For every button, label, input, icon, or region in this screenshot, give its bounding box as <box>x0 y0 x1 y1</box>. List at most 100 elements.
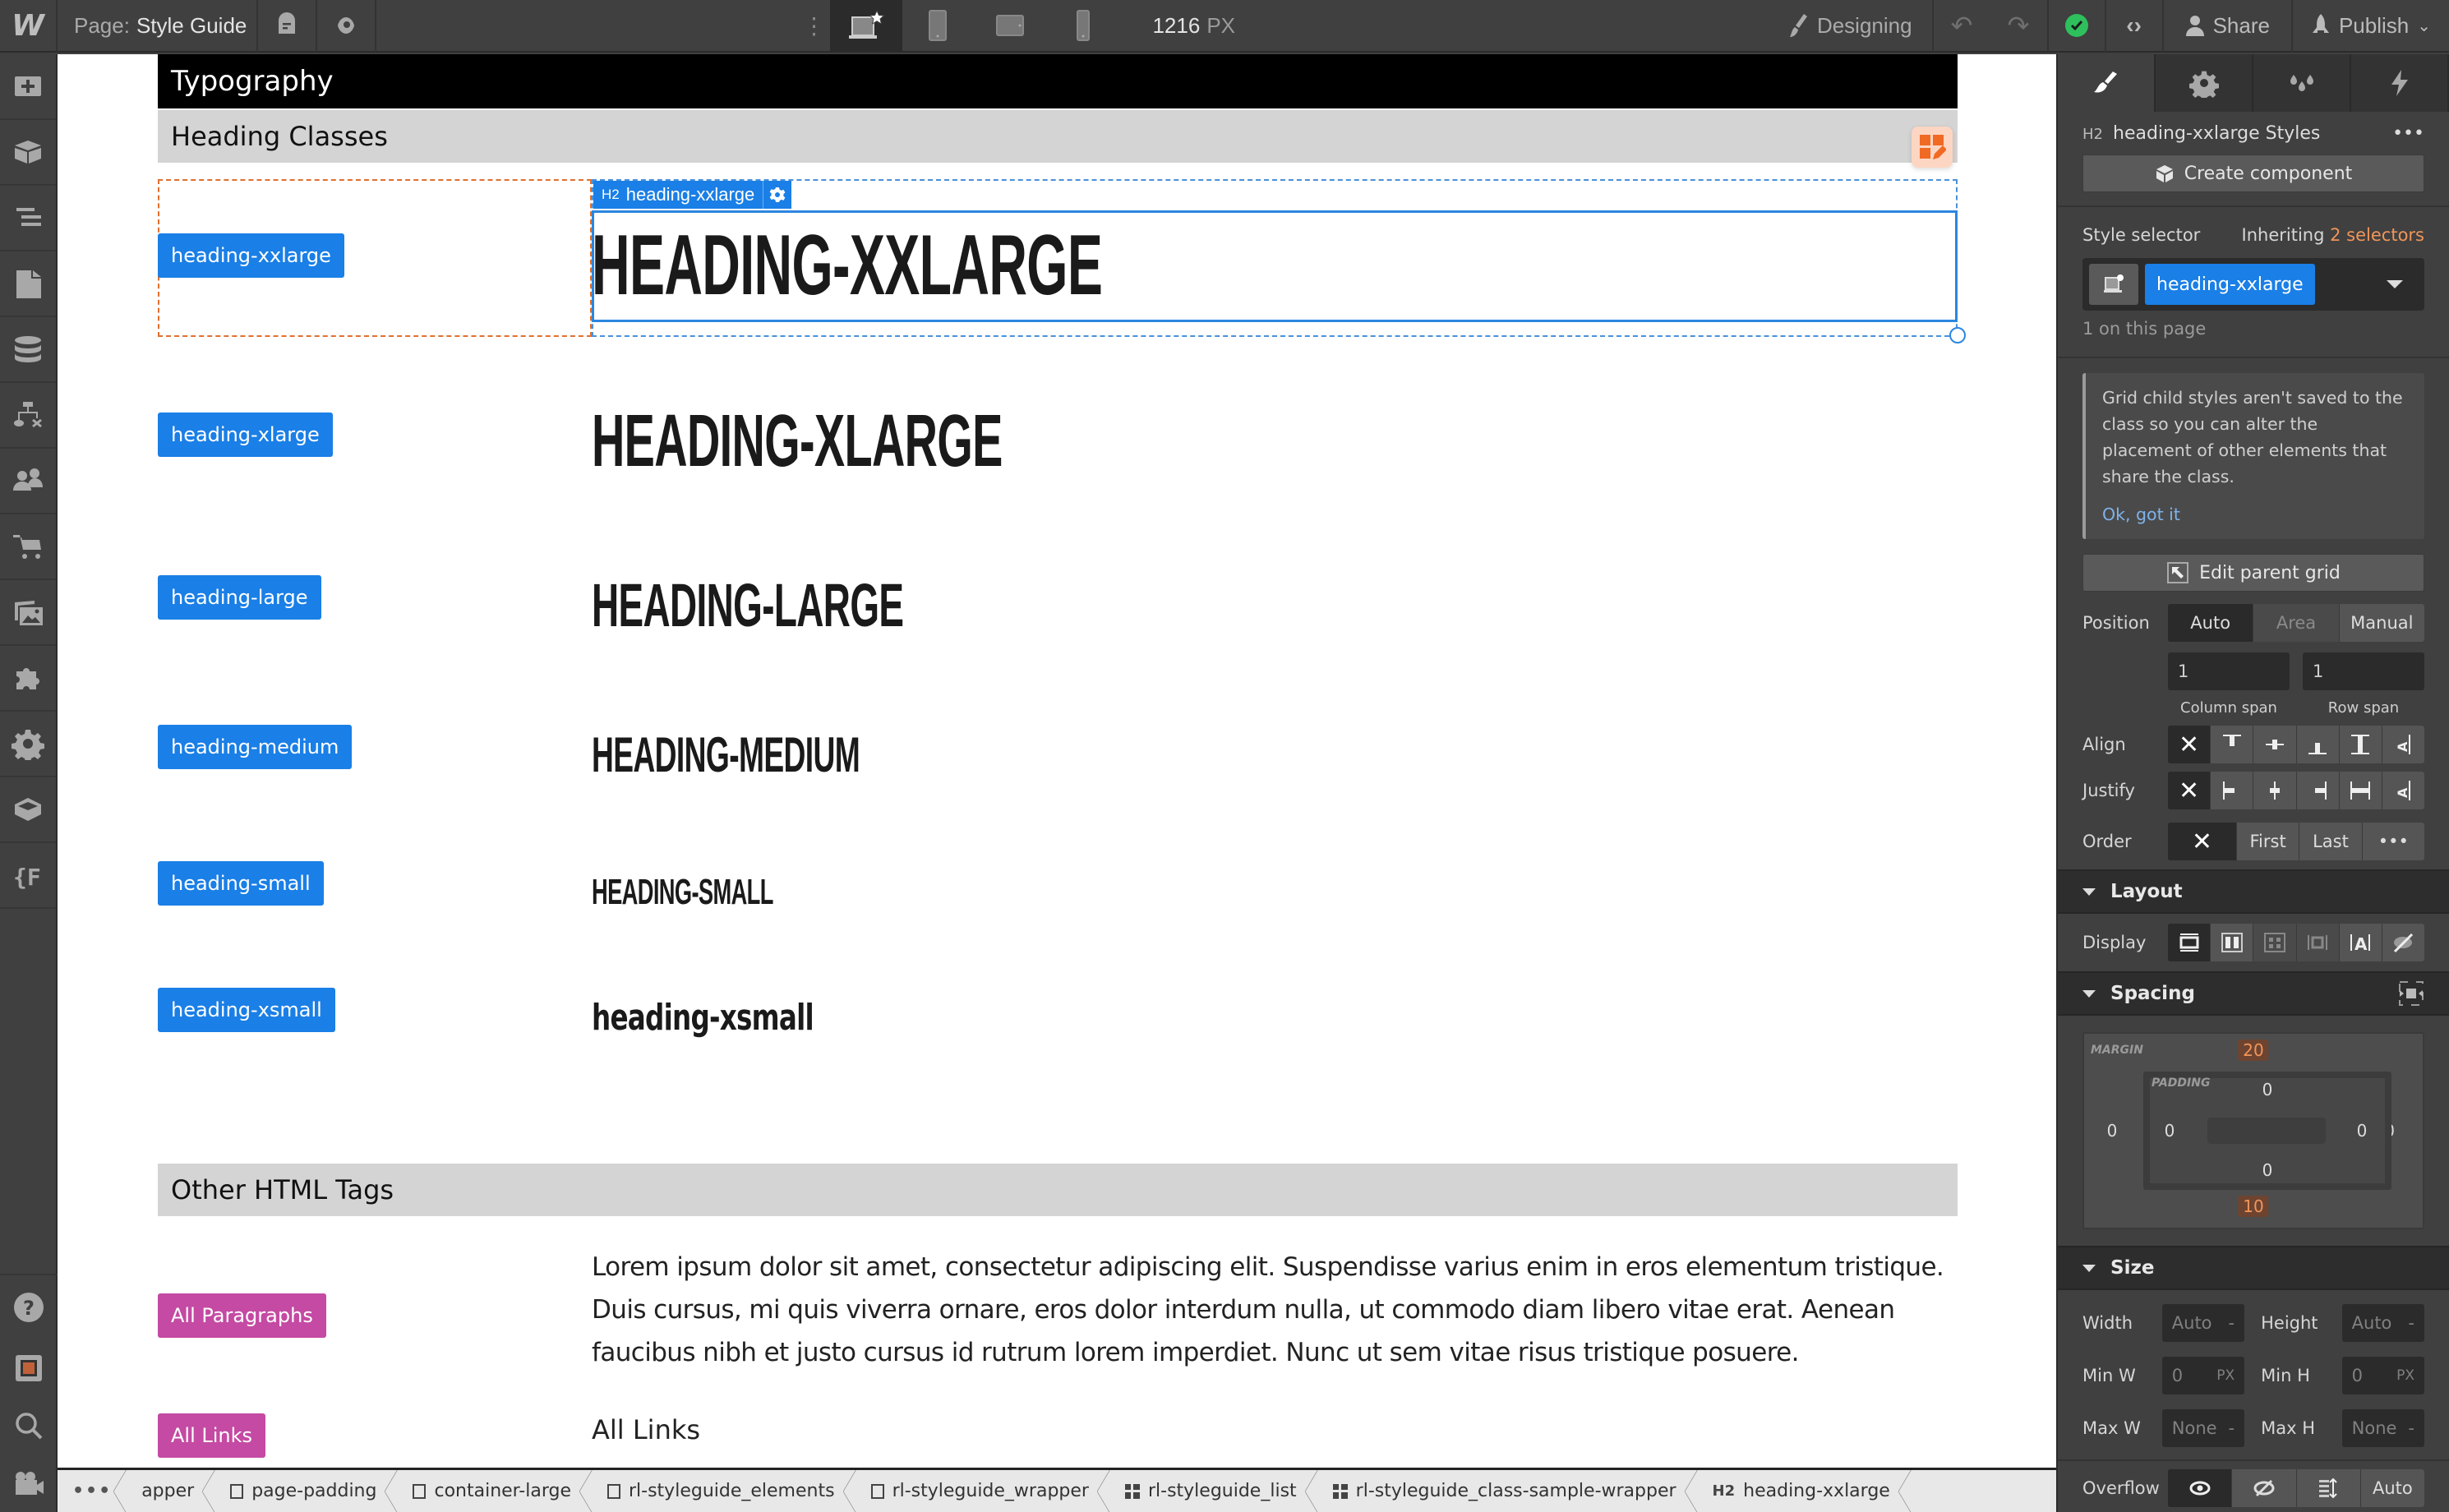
tab-style[interactable] <box>2058 54 2156 112</box>
element-settings-button[interactable] <box>763 187 791 203</box>
assets-button[interactable] <box>0 580 56 646</box>
style-selector-input[interactable]: heading-xxlarge <box>2082 258 2424 311</box>
align-start-button[interactable] <box>2210 726 2253 763</box>
preview-button[interactable] <box>317 0 376 52</box>
order-more-button[interactable]: ••• <box>2361 823 2424 860</box>
ecommerce-button[interactable] <box>0 514 56 580</box>
pages-button[interactable] <box>0 251 56 317</box>
position-area[interactable]: Area <box>2253 604 2339 642</box>
align-center-button[interactable] <box>2253 726 2296 763</box>
cms-button[interactable] <box>0 317 56 383</box>
display-none-button[interactable] <box>2381 924 2424 961</box>
breadcrumb-item[interactable]: rl-styleguide_list <box>1110 1470 1318 1512</box>
search-button[interactable] <box>0 1397 58 1454</box>
breakpoint-mobile-portrait[interactable] <box>1047 0 1119 52</box>
create-component-button[interactable]: Create component <box>2082 154 2424 192</box>
class-tag-heading-large[interactable]: heading-large <box>158 575 321 620</box>
breadcrumb-item[interactable]: rl-styleguide_elements <box>593 1470 856 1512</box>
page-switcher[interactable]: Page: Style Guide <box>58 0 258 52</box>
variables-button[interactable]: {F <box>0 843 56 909</box>
html-tag-all-links[interactable]: All Links <box>158 1413 266 1458</box>
padding-bottom-value[interactable]: 0 <box>2262 1160 2273 1180</box>
breakpoint-more-button[interactable]: ⋮ <box>797 0 830 52</box>
undo-button[interactable]: ↶ <box>1951 10 1973 41</box>
overflow-visible-button[interactable] <box>2168 1469 2232 1507</box>
paragraph-sample[interactable]: Lorem ipsum dolor sit amet, consectetur … <box>592 1246 1956 1374</box>
breakpoint-state-button[interactable] <box>2089 264 2138 305</box>
class-tag-heading-xxlarge[interactable]: heading-xxlarge <box>158 233 344 278</box>
logic-button[interactable] <box>0 383 56 449</box>
position-manual[interactable]: Manual <box>2338 604 2424 642</box>
navigator-button[interactable] <box>0 186 56 251</box>
tab-interactions[interactable] <box>2351 54 2449 112</box>
overflow-scroll-button[interactable] <box>2295 1469 2360 1507</box>
breadcrumb-item[interactable]: container-large <box>398 1470 593 1512</box>
breakpoint-mobile-landscape[interactable] <box>975 0 1047 52</box>
site-status-button[interactable] <box>2049 0 2106 52</box>
justify-end-button[interactable] <box>2295 772 2339 809</box>
components-button[interactable] <box>0 120 56 186</box>
users-button[interactable] <box>0 449 56 514</box>
tab-style-manager[interactable] <box>2253 54 2351 112</box>
max-height-input[interactable]: None - <box>2341 1409 2424 1447</box>
order-last-button[interactable]: Last <box>2299 823 2362 860</box>
breadcrumb-item-current[interactable]: H2 heading-xxlarge <box>1698 1470 1912 1512</box>
mode-switcher[interactable]: Designing <box>1787 0 1934 52</box>
size-section-header[interactable]: Size <box>2058 1246 2449 1290</box>
heading-sample-large[interactable]: HEADING-LARGE <box>592 570 904 640</box>
position-auto[interactable]: Auto <box>2168 604 2253 642</box>
settings-button[interactable] <box>0 712 56 777</box>
webflow-logo[interactable]: W <box>0 0 58 52</box>
display-grid-button[interactable] <box>2253 924 2296 961</box>
heading-sample-xlarge[interactable]: HEADING-XLARGE <box>592 399 1003 484</box>
order-none-button[interactable]: ✕ <box>2168 823 2236 860</box>
apps-button[interactable] <box>0 646 56 712</box>
overflow-hidden-button[interactable] <box>2231 1469 2296 1507</box>
heading-sample-xxlarge[interactable]: HEADING-XXLARGE <box>592 217 1103 315</box>
display-inline-button[interactable]: A <box>2338 924 2382 961</box>
class-tag-heading-medium[interactable]: heading-medium <box>158 725 353 769</box>
notice-dismiss-link[interactable]: Ok, got it <box>2102 501 2408 528</box>
spacing-section-header[interactable]: Spacing <box>2058 971 2449 1016</box>
breakpoint-tablet[interactable] <box>902 0 975 52</box>
breadcrumb-item[interactable]: page-padding <box>215 1470 399 1512</box>
align-none-button[interactable]: ✕ <box>2168 726 2211 763</box>
min-width-input[interactable]: 0 PX <box>2161 1357 2245 1394</box>
heading-sample-xsmall[interactable]: heading-xsmall <box>592 997 814 1039</box>
html-tag-all-paragraphs[interactable]: All Paragraphs <box>158 1293 326 1338</box>
comments-button[interactable] <box>258 0 317 52</box>
class-tag-heading-small[interactable]: heading-small <box>158 861 324 906</box>
row-span-input[interactable]: 1 <box>2303 652 2424 690</box>
align-baseline-button[interactable]: A <box>2381 726 2424 763</box>
selected-element-label[interactable]: H2 heading-xxlarge <box>593 181 792 209</box>
heading-sample-small[interactable]: HEADING-SMALL <box>592 872 773 913</box>
justify-baseline-button[interactable]: A <box>2381 772 2424 809</box>
share-button[interactable]: Share <box>2164 0 2293 52</box>
design-canvas[interactable]: Typography Heading Classes H2 heading-xx… <box>58 54 2056 1468</box>
inheriting-selectors-link[interactable]: 2 selectors <box>2330 225 2424 245</box>
justify-start-button[interactable] <box>2210 772 2253 809</box>
export-code-button[interactable]: ‹› <box>2106 0 2164 52</box>
overflow-auto-button[interactable]: Auto <box>2359 1469 2424 1507</box>
justify-stretch-button[interactable] <box>2338 772 2382 809</box>
tab-settings[interactable] <box>2156 54 2253 112</box>
class-tag-heading-xlarge[interactable]: heading-xlarge <box>158 413 333 457</box>
link-sample[interactable]: All Links <box>592 1414 700 1445</box>
order-first-button[interactable]: First <box>2235 823 2299 860</box>
breakpoint-desktop[interactable] <box>830 0 903 52</box>
align-end-button[interactable] <box>2295 726 2339 763</box>
selector-dropdown-caret[interactable] <box>2387 280 2403 288</box>
breadcrumb-item[interactable]: apper <box>127 1470 216 1512</box>
display-inline-block-button[interactable] <box>2295 924 2339 961</box>
column-span-input[interactable]: 1 <box>2168 652 2290 690</box>
edit-parent-grid-button[interactable]: Edit parent grid <box>2082 554 2424 592</box>
padding-top-value[interactable]: 0 <box>2262 1080 2273 1099</box>
redo-button[interactable]: ↷ <box>2008 10 2030 41</box>
max-width-input[interactable]: None - <box>2161 1409 2245 1447</box>
publish-button[interactable]: Publish ⌄ <box>2293 0 2449 52</box>
display-block-button[interactable] <box>2168 924 2211 961</box>
class-tag-heading-xsmall[interactable]: heading-xsmall <box>158 988 335 1032</box>
layout-section-header[interactable]: Layout <box>2058 869 2449 914</box>
height-input[interactable]: Auto - <box>2341 1304 2424 1342</box>
width-input[interactable]: Auto - <box>2161 1304 2245 1342</box>
